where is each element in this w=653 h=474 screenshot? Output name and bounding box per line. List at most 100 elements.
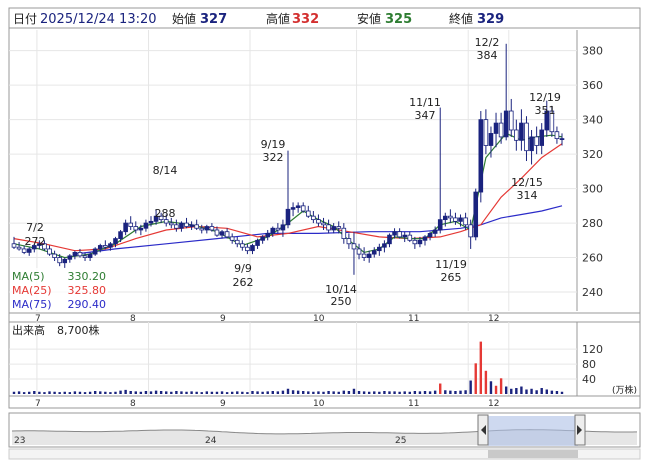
candle-body bbox=[265, 233, 271, 238]
volume-bar bbox=[383, 391, 386, 394]
candle-body bbox=[295, 205, 301, 208]
candle-body bbox=[209, 226, 215, 231]
candle-body bbox=[260, 236, 265, 241]
volume-bar bbox=[68, 392, 72, 394]
open-value: 327 bbox=[200, 12, 227, 27]
volume-bar bbox=[393, 391, 396, 394]
candle-body bbox=[11, 243, 17, 248]
annotation-value: 384 bbox=[477, 49, 498, 62]
volume-bar bbox=[418, 391, 422, 394]
volume-bar bbox=[220, 391, 224, 394]
volume-bar bbox=[38, 391, 41, 394]
volume-bar bbox=[180, 391, 183, 394]
candle-body bbox=[498, 122, 504, 138]
candle-body bbox=[508, 110, 514, 131]
volume-bar bbox=[515, 388, 518, 394]
volume-bar bbox=[317, 391, 320, 394]
candle-body bbox=[118, 231, 123, 239]
volume-bar bbox=[464, 390, 467, 394]
candle-body bbox=[529, 136, 534, 152]
volume-bar bbox=[33, 391, 36, 394]
volume-bar bbox=[43, 392, 46, 394]
candle-body bbox=[377, 246, 382, 252]
candle-body bbox=[275, 227, 281, 231]
volume-bar bbox=[520, 386, 523, 394]
ma25-legend-label: MA(25) bbox=[12, 284, 52, 297]
candle-body bbox=[458, 217, 463, 222]
candle-body bbox=[488, 133, 494, 146]
volume-bar bbox=[170, 391, 173, 394]
candle-body bbox=[184, 222, 189, 227]
volume-unit: (万株) bbox=[612, 384, 637, 396]
volume-bar bbox=[159, 391, 163, 394]
volume-bar bbox=[504, 386, 508, 394]
candle-body bbox=[219, 231, 225, 236]
candle-body bbox=[448, 215, 453, 219]
volume-bar bbox=[530, 388, 533, 394]
volume-bar bbox=[560, 391, 564, 394]
candle-body bbox=[16, 246, 22, 250]
volume-bar bbox=[352, 388, 356, 394]
volume-bar bbox=[454, 391, 457, 394]
candle-body bbox=[57, 257, 62, 264]
low-label: 安値 bbox=[357, 11, 381, 26]
candle-body bbox=[87, 253, 93, 258]
candle-body bbox=[250, 245, 255, 252]
volume-bar bbox=[489, 381, 493, 394]
navigator-scrollbar-thumb[interactable] bbox=[488, 450, 578, 458]
volume-bar bbox=[22, 392, 26, 394]
volume-bar bbox=[246, 392, 249, 394]
volume-bar bbox=[261, 391, 264, 394]
volume-bar bbox=[555, 391, 559, 394]
price-y-tick-label: 240 bbox=[582, 286, 603, 299]
volume-bar bbox=[12, 391, 16, 394]
candle-body bbox=[113, 238, 118, 245]
candle-body bbox=[387, 234, 392, 245]
navigator-selection[interactable] bbox=[488, 416, 578, 446]
navigator-right-handle[interactable] bbox=[574, 414, 586, 446]
volume-bar bbox=[266, 391, 269, 394]
volume-bar bbox=[144, 391, 148, 394]
candle-body bbox=[478, 119, 484, 193]
volume-bar bbox=[373, 391, 376, 394]
volume-bar bbox=[241, 391, 244, 394]
candle-body bbox=[519, 122, 524, 141]
volume-bar bbox=[230, 391, 234, 394]
navigator-left-handle[interactable] bbox=[477, 414, 489, 446]
volume-bar bbox=[312, 391, 315, 394]
volume-bar bbox=[210, 391, 214, 394]
candle-body bbox=[133, 226, 139, 231]
month-axis-strip bbox=[8, 312, 641, 323]
volume-bar bbox=[302, 391, 305, 394]
volume-bar bbox=[195, 391, 198, 394]
annotation-value: 322 bbox=[263, 151, 284, 164]
candle-body bbox=[168, 222, 174, 226]
annotation-date: 11/19 bbox=[435, 258, 467, 271]
candle-body bbox=[311, 215, 316, 221]
candle-body bbox=[422, 236, 428, 241]
candle-body bbox=[285, 208, 291, 226]
candle-body bbox=[524, 122, 529, 152]
candle-body bbox=[179, 222, 184, 229]
candle-body bbox=[437, 219, 443, 231]
volume-bar bbox=[134, 391, 137, 394]
candle-body bbox=[539, 129, 545, 146]
volume-bar bbox=[449, 390, 452, 394]
candle-body bbox=[483, 119, 489, 146]
candle-body bbox=[346, 238, 352, 245]
ma5-legend-value: 330.20 bbox=[68, 270, 107, 283]
volume-bar bbox=[165, 391, 168, 394]
candle-body bbox=[21, 248, 27, 253]
close-label: 終値 bbox=[449, 11, 473, 26]
volume-bar bbox=[99, 391, 102, 394]
volume-bar bbox=[474, 363, 477, 394]
candle-body bbox=[326, 224, 331, 231]
volume-bar bbox=[413, 391, 417, 394]
volume-bar bbox=[362, 391, 366, 394]
candle-body bbox=[361, 253, 367, 258]
candle-body bbox=[97, 245, 103, 250]
ma25-legend-value: 325.80 bbox=[68, 284, 107, 297]
volume-bar bbox=[236, 391, 239, 394]
annotation-date: 7/2 bbox=[26, 221, 44, 234]
candle-body bbox=[92, 248, 98, 255]
